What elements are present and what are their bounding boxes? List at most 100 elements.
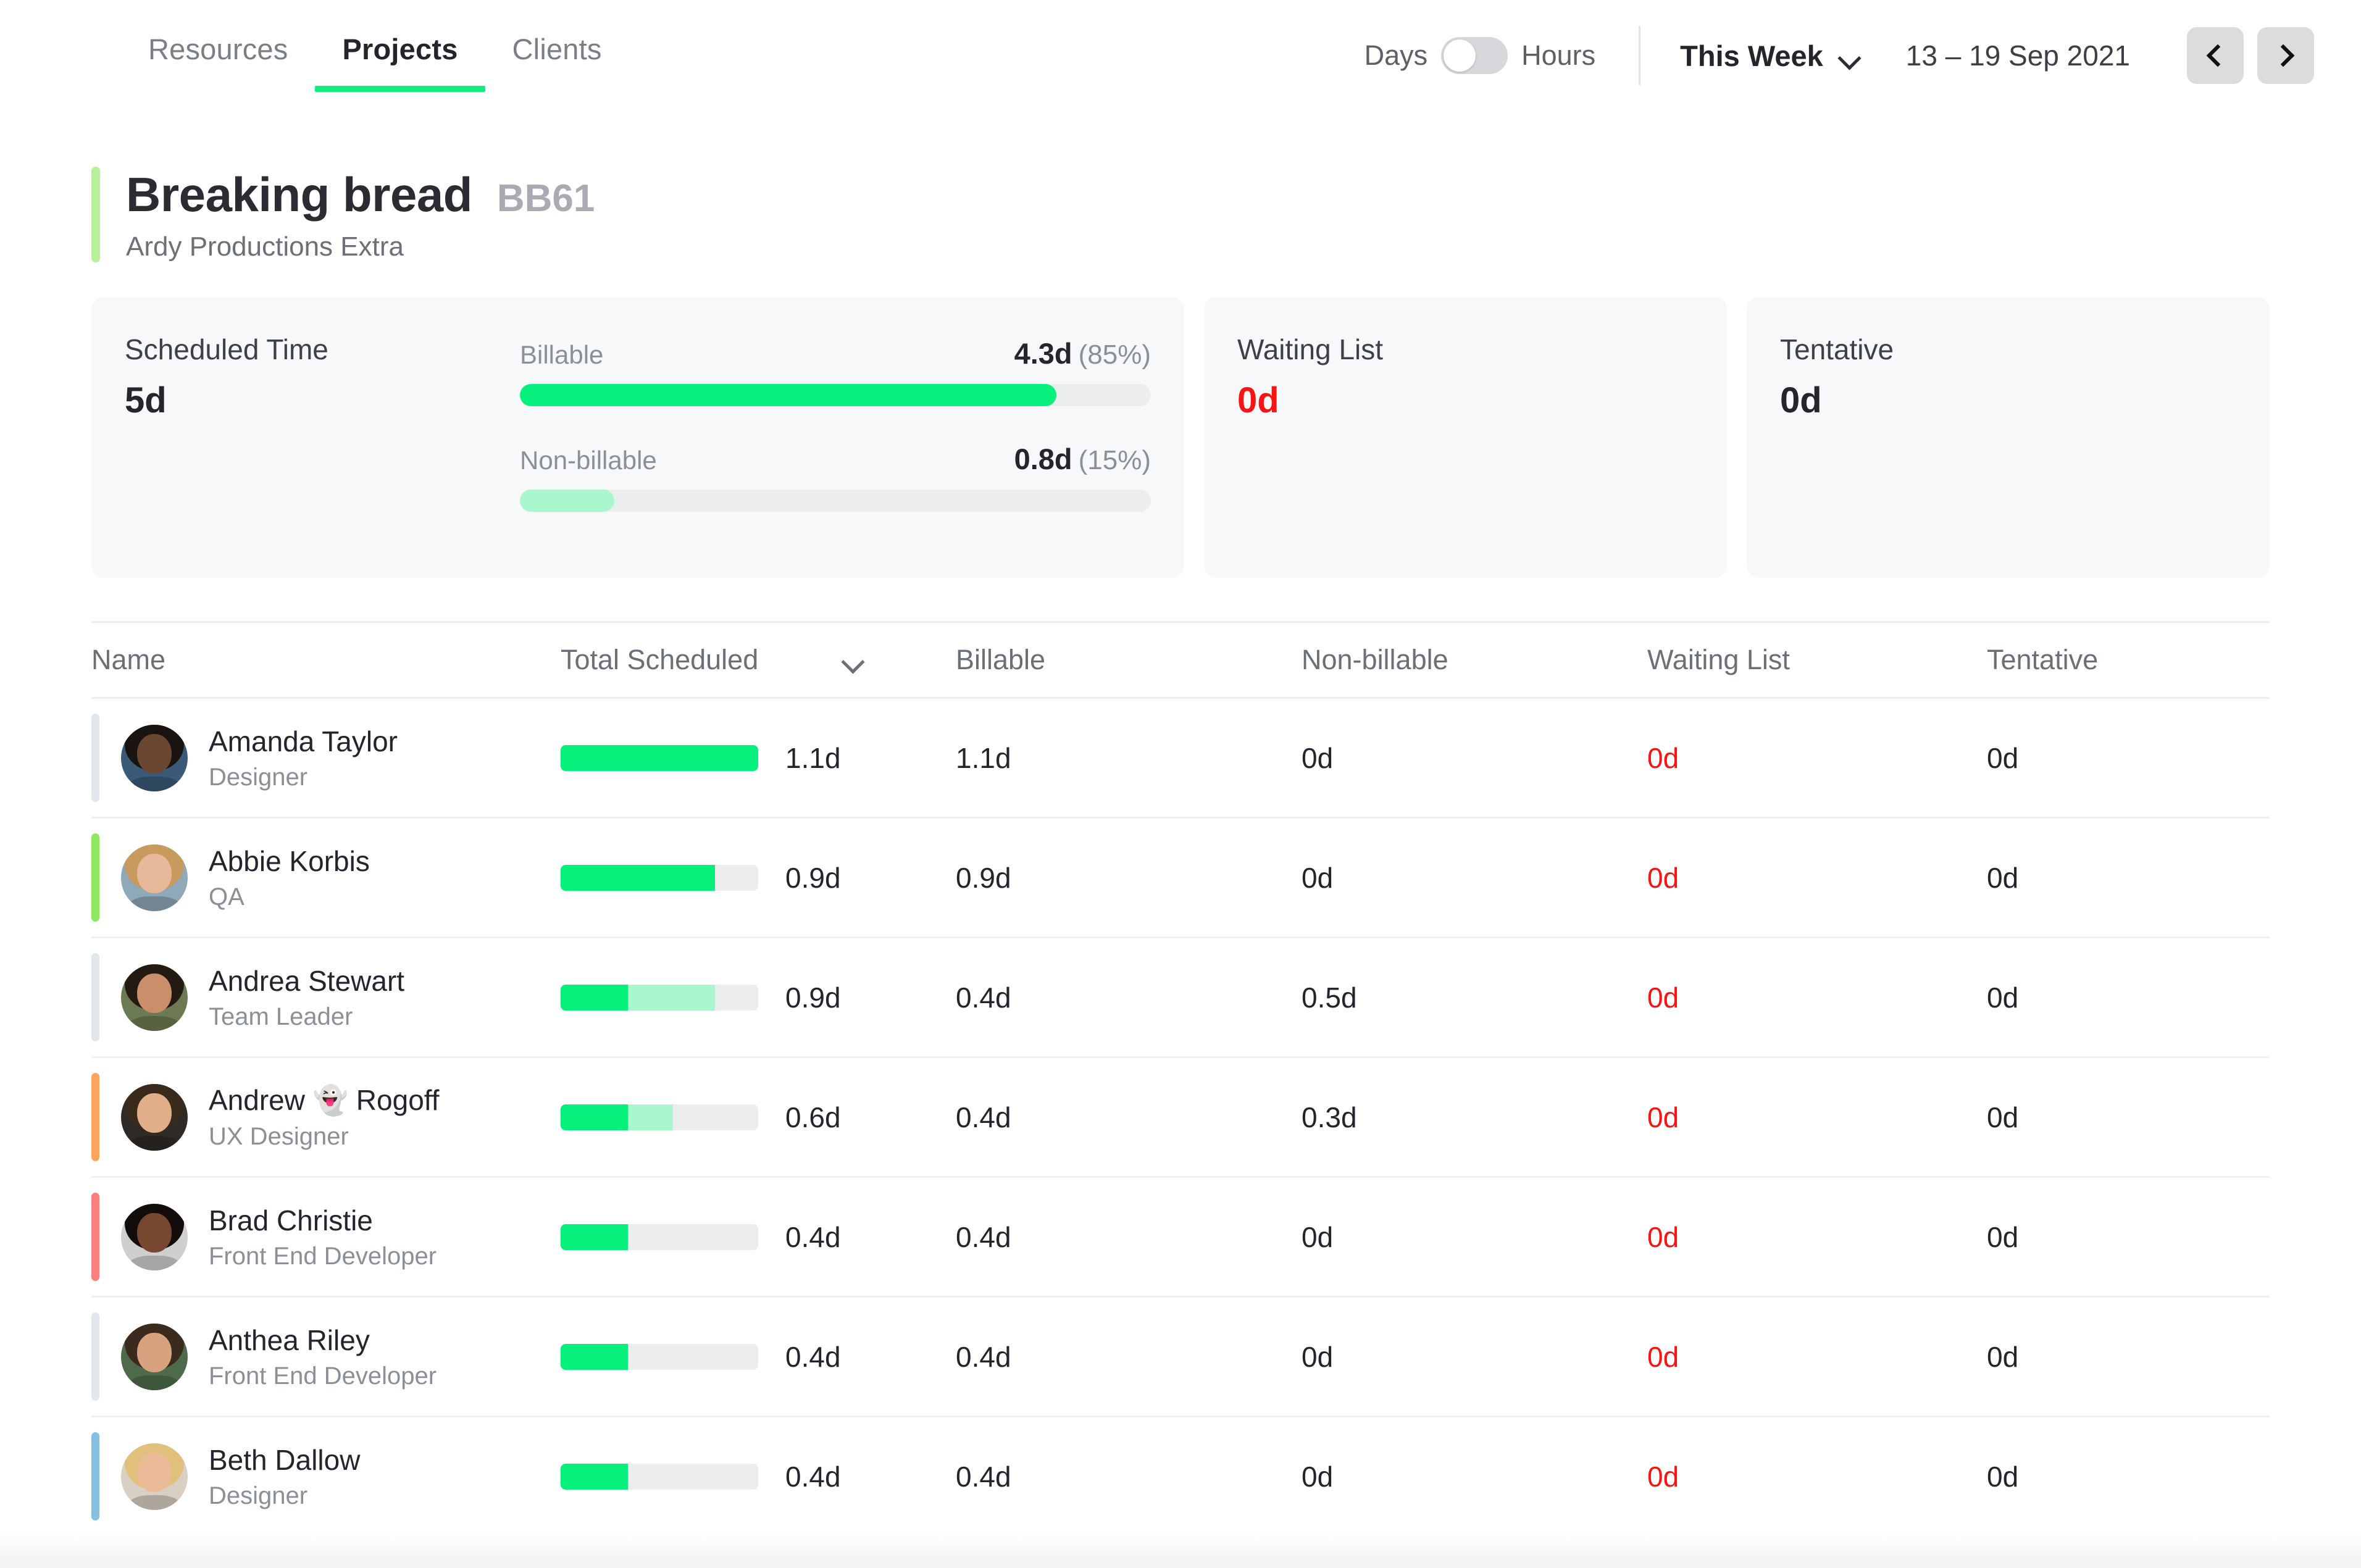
row-total-scheduled-cell: 0.9d <box>561 861 956 895</box>
row-accent-bar <box>91 1193 99 1281</box>
unit-days-label[interactable]: Days <box>1364 40 1428 72</box>
tentative-card: Tentative 0d <box>1747 297 2270 578</box>
next-period-button[interactable] <box>2257 27 2314 84</box>
avatar-face <box>137 1213 172 1253</box>
row-total-scheduled-value: 0.9d <box>785 981 841 1014</box>
tab-resources-label: Resources <box>148 33 288 65</box>
row-progress-track <box>561 1224 758 1250</box>
row-progress-fill-nonbillable <box>628 1104 674 1130</box>
table-header-row: Name Total Scheduled Billable Non-billab… <box>91 623 2270 697</box>
table-row[interactable]: Andrew 👻 RogoffUX Designer0.6d0.4d0.3d0d… <box>91 1056 2270 1176</box>
row-name-text: Amanda TaylorDesigner <box>209 725 398 791</box>
table-body: Amanda TaylorDesigner1.1d1.1d0d0d0dAbbie… <box>91 697 2270 1535</box>
column-header-total-scheduled[interactable]: Total Scheduled <box>561 644 956 676</box>
row-tentative-value: 0d <box>1987 741 2270 775</box>
top-bar: Resources Projects Clients Days Hours Th… <box>0 0 2361 135</box>
row-name-cell: Anthea Riley Front End Developer <box>91 1324 561 1390</box>
row-total-scheduled-value: 0.4d <box>785 1340 841 1374</box>
days-hours-switch[interactable] <box>1441 37 1508 74</box>
row-total-scheduled-cell: 0.6d <box>561 1101 956 1134</box>
row-non-billable-value: 0d <box>1302 1460 1647 1493</box>
tab-resources[interactable]: Resources <box>121 32 315 92</box>
resource-name: Anthea Riley <box>209 1324 437 1357</box>
previous-period-button[interactable] <box>2187 27 2244 84</box>
unit-hours-label[interactable]: Hours <box>1521 40 1595 72</box>
row-total-scheduled-value: 1.1d <box>785 741 841 775</box>
tab-projects-label: Projects <box>342 33 458 65</box>
table-row[interactable]: Andrea StewartTeam Leader0.9d0.4d0.5d0d0… <box>91 936 2270 1056</box>
row-progress-track <box>561 1464 758 1490</box>
row-total-scheduled-value: 0.9d <box>785 861 841 895</box>
scheduled-time-card: Scheduled Time 5d Billable 4.3d (85%) N <box>91 297 1184 578</box>
row-total-scheduled-cell: 1.1d <box>561 741 956 775</box>
row-name-cell: Abbie KorbisQA <box>91 844 561 911</box>
billable-percent: (85%) <box>1079 340 1151 370</box>
row-accent-bar <box>91 1073 99 1161</box>
resource-name: Amanda Taylor <box>209 725 398 758</box>
row-tentative-value: 0d <box>1987 1220 2270 1254</box>
unit-toggle-group[interactable]: Days Hours <box>1364 37 1596 74</box>
bottom-fade <box>0 1532 2361 1568</box>
project-client: Ardy Productions Extra <box>126 231 595 262</box>
row-progress-fill-billable <box>561 865 715 891</box>
column-header-billable[interactable]: Billable <box>956 644 1302 676</box>
tab-clients-label: Clients <box>512 33 602 65</box>
row-total-scheduled-cell: 0.4d <box>561 1340 956 1374</box>
sort-chevron-down-icon[interactable] <box>843 654 864 666</box>
row-accent-bar <box>91 833 99 922</box>
column-header-non-billable[interactable]: Non-billable <box>1302 644 1647 676</box>
resource-role: QA <box>209 883 370 911</box>
row-tentative-value: 0d <box>1987 1340 2270 1374</box>
avatar-body <box>128 896 181 911</box>
row-progress-track <box>561 1344 758 1370</box>
avatar-face <box>137 854 172 894</box>
resource-role: Front End Developer <box>209 1362 437 1390</box>
nonbillable-bar-row: Non-billable 0.8d (15%) <box>520 442 1151 512</box>
column-header-name[interactable]: Name <box>91 644 561 676</box>
tentative-value: 0d <box>1780 380 2236 421</box>
date-range-dropdown[interactable]: This Week <box>1680 39 1858 73</box>
row-waiting-list-value: 0d <box>1647 1460 1987 1493</box>
avatar-body <box>128 1375 181 1390</box>
row-billable-value: 1.1d <box>956 741 1302 775</box>
scheduled-time-value: 5d <box>125 380 520 421</box>
row-billable-value: 0.4d <box>956 1220 1302 1254</box>
row-waiting-list-value: 0d <box>1647 861 1987 895</box>
resource-name: Andrea Stewart <box>209 964 404 998</box>
avatar-body <box>128 1256 181 1270</box>
table-row[interactable]: Amanda TaylorDesigner1.1d1.1d0d0d0d <box>91 697 2270 817</box>
resource-role: UX Designer <box>209 1123 440 1151</box>
column-header-name-label: Name <box>91 644 165 676</box>
table-row[interactable]: Abbie KorbisQA0.9d0.9d0d0d0d <box>91 817 2270 936</box>
table-row[interactable]: Brad ChristieFront End Developer0.4d0.4d… <box>91 1176 2270 1296</box>
row-tentative-value: 0d <box>1987 1460 2270 1493</box>
row-billable-value: 0.9d <box>956 861 1302 895</box>
row-progress-track <box>561 1104 758 1130</box>
switch-knob <box>1444 40 1476 72</box>
date-range-display: 13 – 19 Sep 2021 <box>1906 39 2130 72</box>
row-total-scheduled-cell: 0.9d <box>561 981 956 1014</box>
row-name-text: Andrea StewartTeam Leader <box>209 964 404 1031</box>
avatar <box>121 1443 188 1510</box>
tentative-label: Tentative <box>1780 333 2236 366</box>
column-header-billable-label: Billable <box>956 644 1045 676</box>
billable-label: Billable <box>520 340 603 370</box>
row-billable-value: 0.4d <box>956 981 1302 1014</box>
row-name-cell: Amanda TaylorDesigner <box>91 725 561 791</box>
table-row[interactable]: Beth DallowDesigner0.4d0.4d0d0d0d <box>91 1416 2270 1535</box>
row-billable-value: 0.4d <box>956 1460 1302 1493</box>
column-header-waiting-list[interactable]: Waiting List <box>1647 644 1987 676</box>
tab-clients[interactable]: Clients <box>485 32 629 92</box>
row-progress-track <box>561 985 758 1011</box>
nonbillable-values: 0.8d (15%) <box>1014 442 1151 476</box>
row-progress-track <box>561 865 758 891</box>
avatar-body <box>128 1016 181 1031</box>
row-accent-bar <box>91 714 99 802</box>
avatar-face <box>137 1333 172 1373</box>
table-row[interactable]: Anthea RileyFront End Developer0.4d0.4d0… <box>91 1296 2270 1416</box>
main-tabs: Resources Projects Clients <box>121 0 629 92</box>
column-header-tentative[interactable]: Tentative <box>1987 644 2270 676</box>
tab-projects[interactable]: Projects <box>315 32 485 92</box>
resource-role: Front End Developer <box>209 1243 437 1270</box>
project-accent-bar <box>91 167 100 262</box>
